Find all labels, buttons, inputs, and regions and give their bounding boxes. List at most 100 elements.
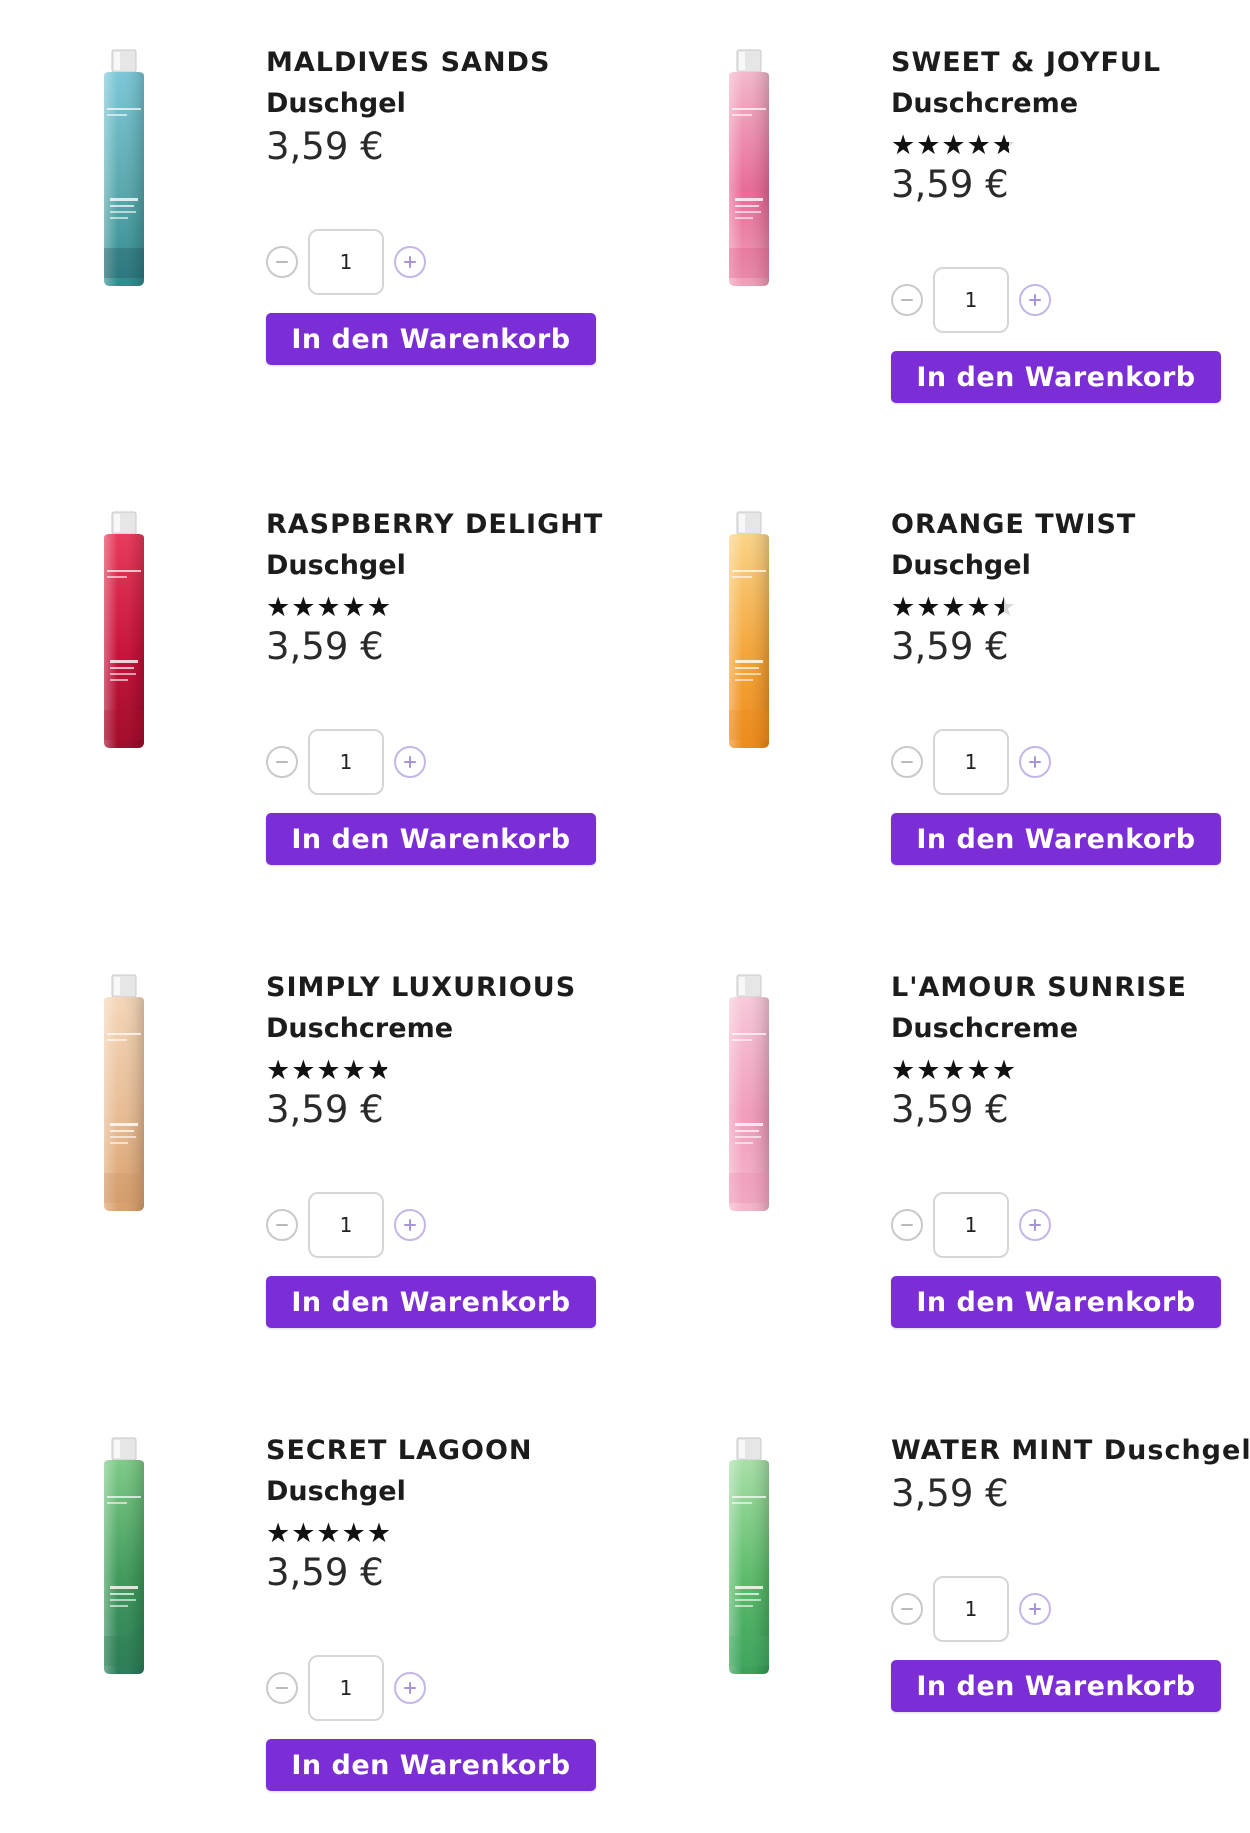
product-name[interactable]: RASPBERRY DELIGHT [266,504,616,545]
product-name[interactable]: L'AMOUR SUNRISE [891,967,1241,1008]
minus-circle-icon[interactable] [266,1209,298,1241]
star-rating: ★★★★★★★★★★ [891,1054,1017,1087]
product-info: MALDIVES SANDS Duschgel 3,59 € 1 In den Ware… [266,42,616,365]
product-price: 3,59 € [266,1551,384,1594]
product-image[interactable] [92,510,156,750]
add-to-cart-button[interactable]: In den Warenkorb [266,1739,596,1791]
product-type: Duschgel [266,88,406,119]
star-rating: ★★★★★★★★★★ [891,591,1017,624]
plus-circle-icon[interactable] [394,246,426,278]
quantity-input[interactable]: 1 [933,267,1009,333]
minus-circle-icon[interactable] [266,1672,298,1704]
product-type: Duschcreme [266,1013,454,1044]
plus-circle-icon[interactable] [394,1672,426,1704]
quantity-stepper: 1 [266,729,616,795]
product-info: L'AMOUR SUNRISE Duschcreme ★★★★★ ★★★★★ 3,59 … [891,967,1241,1328]
star-rating-filled: ★★★★★ [891,130,1010,161]
product-card: WATER MINT Duschgel 3,59 € 1 In den Warenko… [625,1388,1250,1833]
star-rating: ★★★★★★★★★★ [266,1054,392,1087]
product-card: MALDIVES SANDS Duschgel 3,59 € 1 In den Ware… [0,0,625,462]
quantity-stepper: 1 [891,1192,1241,1258]
product-name[interactable]: SIMPLY LUXURIOUS [266,967,616,1008]
product-name[interactable]: SECRET LAGOON [266,1430,616,1471]
product-card: ORANGE TWIST Duschgel ★★★★★★★★★★3,59 € 1 In … [625,462,1250,924]
product-card: SIMPLY LUXURIOUS Duschcreme ★★★★★ ★★★★★ 3,59… [0,925,625,1387]
product-image[interactable] [717,510,781,750]
quantity-stepper: 1 [891,267,1241,333]
product-image[interactable] [92,1436,156,1676]
add-to-cart-button[interactable]: In den Warenkorb [266,813,596,865]
quantity-stepper: 1 [266,229,616,295]
add-to-cart-button[interactable]: In den Warenkorb [891,1660,1221,1712]
product-type: Duschcreme [891,1013,1079,1044]
product-price: 3,59 € [891,625,1009,668]
product-grid: MALDIVES SANDS Duschgel 3,59 € 1 In den Ware… [0,0,1250,1833]
quantity-stepper: 1 [266,1655,616,1721]
product-image[interactable] [717,48,781,288]
product-type: Duschgel [891,550,1031,581]
minus-circle-icon[interactable] [891,284,923,316]
product-price: 3,59 € [266,1088,384,1131]
product-price: 3,59 € [891,1472,1009,1515]
product-image[interactable] [92,48,156,288]
plus-circle-icon[interactable] [394,746,426,778]
add-to-cart-button[interactable]: In den Warenkorb [266,1276,596,1328]
quantity-input[interactable]: 1 [933,729,1009,795]
product-image[interactable] [717,1436,781,1676]
product-info: RASPBERRY DELIGHT Duschgel ★★★★★ ★★★★★ 3,59 … [266,504,616,865]
product-info: WATER MINT Duschgel 3,59 € 1 In den Warenko… [891,1430,1250,1712]
product-type: Duschgel [266,1476,406,1507]
quantity-input[interactable]: 1 [308,1655,384,1721]
quantity-stepper: 1 [891,1576,1241,1642]
product-info: ORANGE TWIST Duschgel ★★★★★★★★★★3,59 € 1 In … [891,504,1241,865]
product-price: 3,59 € [266,125,384,168]
product-image[interactable] [717,973,781,1213]
product-image[interactable] [92,973,156,1213]
plus-circle-icon[interactable] [1019,746,1051,778]
product-info: SECRET LAGOON Duschgel ★★★★★ ★★★★★ 3,59 € 1 In… [266,1430,616,1791]
product-type: Duschgel [266,550,406,581]
quantity-input[interactable]: 1 [308,1192,384,1258]
product-info: SWEET & JOYFUL Duschcreme ★★★★★ ★★★★★ 3,59 €… [891,42,1241,403]
star-rating-filled: ★★★★★ [266,592,393,623]
product-card: RASPBERRY DELIGHT Duschgel ★★★★★ ★★★★★ 3,59 … [0,462,625,924]
star-rating-filled: ★★★★★ [891,592,1004,623]
product-card: SECRET LAGOON Duschgel ★★★★★ ★★★★★ 3,59 € 1 In… [0,1388,625,1833]
product-card: SWEET & JOYFUL Duschcreme ★★★★★ ★★★★★ 3,59 €… [625,0,1250,462]
add-to-cart-button[interactable]: In den Warenkorb [891,351,1221,403]
quantity-input[interactable]: 1 [933,1192,1009,1258]
plus-circle-icon[interactable] [1019,284,1051,316]
quantity-input[interactable]: 1 [933,1576,1009,1642]
add-to-cart-button[interactable]: In den Warenkorb [891,1276,1221,1328]
product-type: Duschcreme [891,88,1079,119]
product-name[interactable]: ORANGE TWIST [891,504,1241,545]
star-rating: ★★★★★★★★★★ [891,129,1017,162]
product-price: 3,59 € [891,163,1009,206]
plus-circle-icon[interactable] [394,1209,426,1241]
product-price: 3,59 € [891,1088,1009,1131]
minus-circle-icon[interactable] [266,746,298,778]
star-rating: ★★★★★★★★★★ [266,1517,392,1550]
quantity-stepper: 1 [891,729,1241,795]
product-name[interactable]: WATER MINT Duschgel [891,1430,1250,1471]
minus-circle-icon[interactable] [891,1593,923,1625]
product-name[interactable]: SWEET & JOYFUL [891,42,1241,83]
quantity-input[interactable]: 1 [308,729,384,795]
plus-circle-icon[interactable] [1019,1209,1051,1241]
plus-circle-icon[interactable] [1019,1593,1051,1625]
minus-circle-icon[interactable] [891,1209,923,1241]
product-price: 3,59 € [266,625,384,668]
minus-circle-icon[interactable] [266,246,298,278]
minus-circle-icon[interactable] [891,746,923,778]
product-name[interactable]: MALDIVES SANDS [266,42,616,83]
star-rating-filled: ★★★★★ [266,1518,393,1549]
star-rating-filled: ★★★★★ [266,1055,387,1086]
add-to-cart-button[interactable]: In den Warenkorb [891,813,1221,865]
add-to-cart-button[interactable]: In den Warenkorb [266,313,596,365]
product-card: L'AMOUR SUNRISE Duschcreme ★★★★★ ★★★★★ 3,59 … [625,925,1250,1387]
product-info: SIMPLY LUXURIOUS Duschcreme ★★★★★ ★★★★★ 3,59… [266,967,616,1328]
quantity-stepper: 1 [266,1192,616,1258]
star-rating: ★★★★★★★★★★ [266,591,392,624]
quantity-input[interactable]: 1 [308,229,384,295]
star-rating-filled: ★★★★★ [891,1055,1018,1086]
